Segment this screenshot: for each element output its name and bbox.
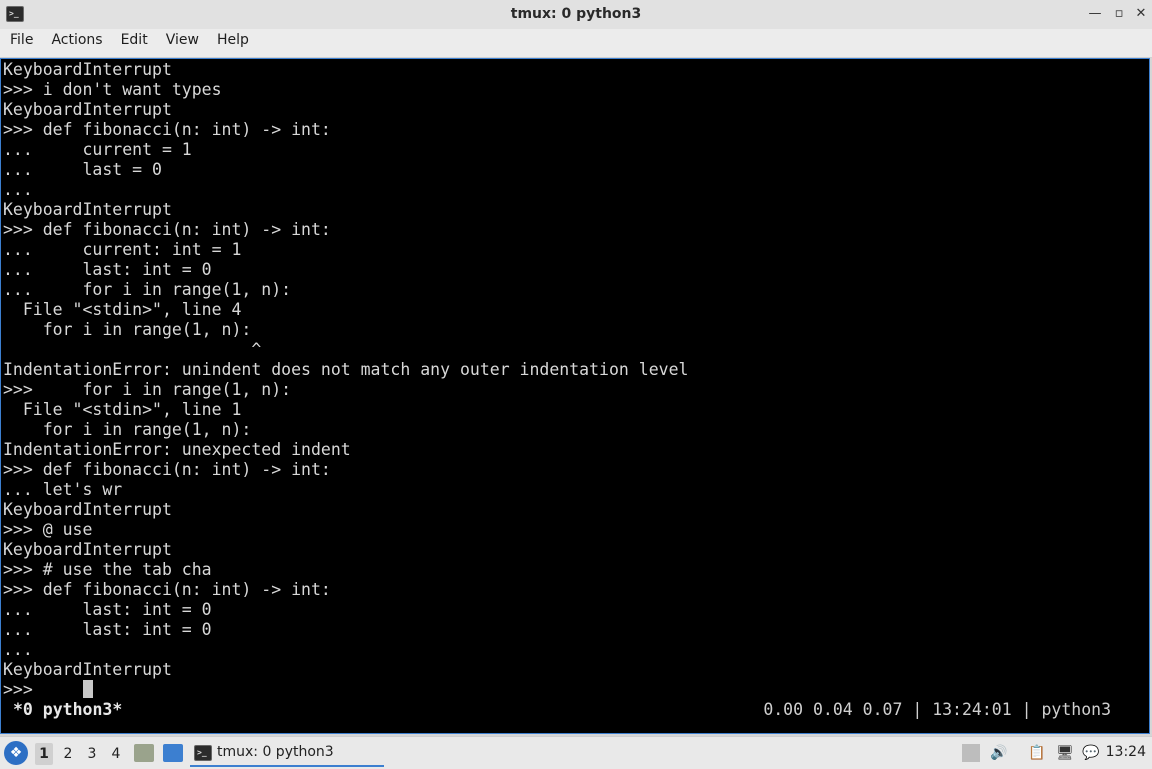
terminal-line: ... let's wr <box>3 480 123 499</box>
task-label: tmux: 0 python3 <box>217 744 334 760</box>
workspace-2[interactable]: 2 <box>59 743 77 765</box>
terminal-line: File "<stdin>", line 1 <box>3 400 242 419</box>
minimize-button[interactable]: — <box>1086 6 1104 22</box>
terminal-line: File "<stdin>", line 4 <box>3 300 242 319</box>
terminal-line: ... current: int = 1 <box>3 240 242 259</box>
workspace-4[interactable]: 4 <box>107 743 125 765</box>
terminal-line: >>> <box>3 680 33 699</box>
menu-actions[interactable]: Actions <box>42 32 111 60</box>
terminal-line: ... last: int = 0 <box>3 620 212 639</box>
terminal-line: ... for i in range(1, n): <box>3 280 292 299</box>
maximize-button[interactable]: ▫ <box>1110 6 1128 22</box>
terminal-line: >>> # use the tab cha <box>3 560 212 579</box>
menu-file[interactable]: File <box>0 32 42 60</box>
terminal-line: >>> @ use <box>3 520 93 539</box>
terminal-output: KeyboardInterrupt >>> i don't want types K… <box>3 60 688 700</box>
clipboard-icon[interactable]: 📋 <box>1028 744 1046 762</box>
terminal-line: KeyboardInterrupt <box>3 500 172 519</box>
taskbar: ❖ 1 2 3 4 >_ tmux: 0 python3 🔊 📋 🖥 💬 13:… <box>0 736 1152 769</box>
terminal-line: ... last: int = 0 <box>3 260 212 279</box>
terminal-line: KeyboardInterrupt <box>3 540 172 559</box>
terminal-line: >>> for i in range(1, n): <box>3 380 292 399</box>
storage-icon[interactable] <box>962 744 980 762</box>
terminal-line: KeyboardInterrupt <box>3 100 172 119</box>
terminal-line: ... last: int = 0 <box>3 600 212 619</box>
menu-help[interactable]: Help <box>208 32 258 60</box>
terminal-line: for i in range(1, n): <box>3 420 252 439</box>
menu-view[interactable]: View <box>157 32 208 60</box>
terminal-line: >>> def fibonacci(n: int) -> int: <box>3 220 331 239</box>
terminal-line: IndentationError: unexpected indent <box>3 440 351 459</box>
clock[interactable]: 13:24 <box>1106 744 1146 760</box>
terminal-line: ^ <box>3 340 262 359</box>
network-icon[interactable]: 🖥 <box>1056 744 1074 762</box>
terminal-area[interactable]: KeyboardInterrupt >>> i don't want types K… <box>0 58 1150 734</box>
chat-icon[interactable]: 💬 <box>1082 744 1100 762</box>
show-desktop-icon[interactable] <box>163 744 183 762</box>
menu-edit[interactable]: Edit <box>112 32 157 60</box>
close-button[interactable]: ✕ <box>1132 6 1150 22</box>
start-menu-icon[interactable]: ❖ <box>4 741 28 765</box>
terminal-line: >>> def fibonacci(n: int) -> int: <box>3 120 331 139</box>
tmux-window-list[interactable]: *0 python3* <box>13 700 122 720</box>
menu-bar: File Actions Edit View Help <box>0 29 1152 58</box>
window-titlebar: >_ tmux: 0 python3 — ▫ ✕ <box>0 0 1152 30</box>
file-manager-icon[interactable] <box>134 744 154 762</box>
terminal-line: ... <box>3 640 33 659</box>
tmux-status-right: 0.00 0.04 0.07 | 13:24:01 | python3 <box>763 700 1111 719</box>
terminal-line: for i in range(1, n): <box>3 320 252 339</box>
terminal-line: IndentationError: unindent does not matc… <box>3 360 689 379</box>
workspace-1[interactable]: 1 <box>35 743 53 765</box>
terminal-cursor <box>83 680 93 698</box>
terminal-line: KeyboardInterrupt <box>3 60 172 79</box>
terminal-icon: >_ <box>194 745 212 761</box>
terminal-line: KeyboardInterrupt <box>3 200 172 219</box>
terminal-line: ... last = 0 <box>3 160 162 179</box>
terminal-line: >>> def fibonacci(n: int) -> int: <box>3 460 331 479</box>
terminal-line: ... current = 1 <box>3 140 192 159</box>
workspace-3[interactable]: 3 <box>83 743 101 765</box>
taskbar-task-terminal[interactable]: >_ tmux: 0 python3 <box>190 739 384 767</box>
terminal-line: KeyboardInterrupt <box>3 660 172 679</box>
terminal-line: ... <box>3 180 33 199</box>
window-title: tmux: 0 python3 <box>510 6 642 22</box>
volume-icon[interactable]: 🔊 <box>990 744 1008 762</box>
terminal-line: >>> i don't want types <box>3 80 222 99</box>
terminal-line: >>> def fibonacci(n: int) -> int: <box>3 580 331 599</box>
